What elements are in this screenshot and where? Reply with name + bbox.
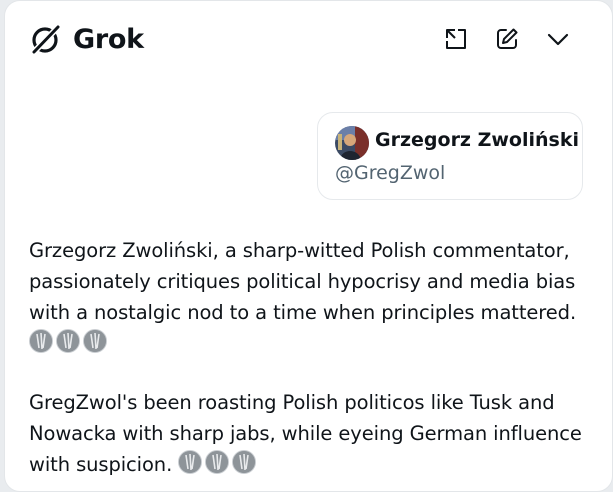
citation-group: [178, 450, 257, 474]
avatar: [335, 126, 369, 160]
chevron-down-icon: [547, 33, 569, 46]
user-handle: @GregZwol: [335, 162, 446, 184]
citation-group: [29, 329, 107, 353]
response-text: GregZwol's been roasting Polish politico…: [29, 391, 582, 476]
citation-avatar[interactable]: [56, 329, 80, 353]
compose-button[interactable]: [489, 21, 525, 57]
response-paragraph: GregZwol's been roasting Polish politico…: [29, 387, 599, 480]
grok-logo-icon: [30, 23, 62, 56]
citation-avatar[interactable]: [83, 329, 107, 353]
response-text: Grzegorz Zwoliński, a sharp-witted Polis…: [29, 239, 577, 324]
expand-icon: [446, 29, 466, 49]
user-profile-card[interactable]: Grzegorz Zwoliński @GregZwol: [317, 112, 583, 200]
response-paragraph: Grzegorz Zwoliński, a sharp-witted Polis…: [29, 235, 599, 359]
citation-avatar[interactable]: [178, 450, 203, 474]
expand-button[interactable]: [438, 21, 474, 57]
panel-header: Grok: [5, 1, 612, 77]
brand: Grok: [29, 19, 144, 59]
citation-avatar[interactable]: [232, 450, 257, 474]
citation-avatar[interactable]: [29, 329, 53, 353]
brand-name: Grok: [73, 23, 144, 55]
collapse-button[interactable]: [540, 21, 576, 57]
grok-panel: Grok Grzegorz Zwoliński @GregZwol Grzego…: [4, 0, 613, 492]
user-display-name: Grzegorz Zwoliński: [375, 129, 579, 151]
compose-icon: [497, 28, 518, 49]
citation-avatar[interactable]: [205, 450, 230, 474]
